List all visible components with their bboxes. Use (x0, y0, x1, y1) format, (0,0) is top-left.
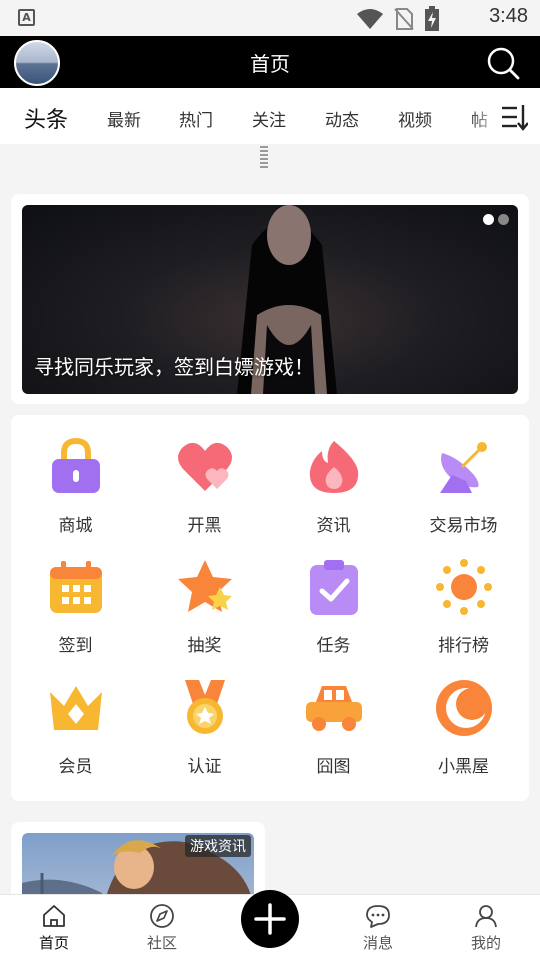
wifi-icon (357, 9, 383, 29)
car-icon (306, 686, 362, 731)
no-sim-icon (394, 8, 414, 30)
nav-label: 消息 (362, 934, 393, 952)
heart-icon (178, 442, 232, 491)
profile-icon (475, 905, 497, 928)
nav-label: 社区 (146, 934, 177, 952)
grid-item-market[interactable]: 交易市场 (399, 415, 528, 536)
grid-label: 开黑 (187, 516, 222, 536)
star-icon (178, 560, 232, 612)
tab-latest[interactable]: 最新 (107, 106, 141, 131)
status-time: 3:48 (489, 5, 528, 27)
nav-messages[interactable]: 消息 (338, 903, 418, 953)
grid-item-verify[interactable]: 认证 (140, 656, 269, 777)
crown-icon (50, 686, 102, 730)
grid-label: 会员 (58, 757, 93, 777)
grid-item-ranking[interactable]: 排行榜 (399, 535, 528, 656)
tab-headlines[interactable]: 头条 (24, 102, 68, 134)
nav-label: 我的 (470, 934, 501, 952)
clipboard-check-icon (310, 560, 358, 615)
category-tabs: 头条 最新 热门 关注 动态 视频 帖 (0, 88, 540, 144)
grid-label: 任务 (316, 636, 351, 656)
grid-item-tasks[interactable]: 任务 (269, 535, 398, 656)
banner-card: 寻找同乐玩家，签到白嫖游戏！ (11, 194, 529, 404)
nav-profile[interactable]: 我的 (446, 903, 526, 953)
battery-charging-icon (425, 6, 439, 31)
message-icon (366, 905, 390, 928)
banner-caption: 寻找同乐玩家，签到白嫖游戏！ (34, 355, 314, 379)
notification-icon: A (18, 9, 35, 26)
tab-moments[interactable]: 动态 (325, 106, 359, 131)
tab-following[interactable]: 关注 (252, 106, 286, 131)
home-icon (43, 905, 65, 927)
grid-item-news[interactable]: 资讯 (269, 415, 398, 536)
grid-label: 小黑屋 (438, 757, 489, 777)
carousel-dot (498, 214, 509, 225)
grid-item-lottery[interactable]: 抽奖 (140, 535, 269, 656)
lock-bag-icon (52, 437, 100, 493)
pull-refresh-arrow-icon (260, 146, 268, 168)
grid-label: 交易市场 (429, 516, 498, 536)
tab-hot[interactable]: 热门 (179, 106, 213, 131)
grid-item-shop[interactable]: 商城 (11, 415, 140, 536)
sun-icon (436, 559, 492, 615)
satellite-dish-icon (440, 442, 487, 493)
medal-icon (185, 680, 225, 734)
feature-grid: 商城 开黑 资讯 交易市场 签到 抽奖 任务 排行榜 会员 认证 囧图 小黑屋 (11, 415, 529, 801)
top-app-bar: 首页 (0, 36, 540, 88)
moon-icon (436, 680, 492, 736)
grid-label: 认证 (187, 757, 222, 777)
flame-icon (309, 441, 359, 493)
page-title: 首页 (250, 52, 290, 76)
grid-label: 囧图 (316, 757, 351, 777)
grid-item-team-up[interactable]: 开黑 (140, 415, 269, 536)
compass-icon (150, 904, 174, 928)
nav-community[interactable]: 社区 (122, 903, 202, 953)
carousel-dot-active (483, 214, 494, 225)
nav-home[interactable]: 首页 (14, 903, 94, 953)
grid-item-checkin[interactable]: 签到 (11, 535, 140, 656)
bottom-nav: 首页 社区 消息 我的 (0, 890, 540, 960)
grid-item-black-room[interactable]: 小黑屋 (399, 656, 528, 777)
tab-menu-icon[interactable] (500, 103, 528, 131)
grid-label: 签到 (58, 636, 93, 656)
nav-label: 首页 (38, 934, 69, 952)
grid-label: 资讯 (316, 516, 351, 536)
grid-item-vip[interactable]: 会员 (11, 656, 140, 777)
news-tag: 游戏资讯 (185, 835, 251, 857)
grid-label: 抽奖 (187, 636, 222, 656)
tab-video[interactable]: 视频 (398, 106, 432, 131)
grid-item-funny-pics[interactable]: 囧图 (269, 656, 398, 777)
grid-label: 排行榜 (438, 636, 489, 656)
plus-icon (254, 903, 286, 935)
calendar-icon (50, 561, 102, 613)
create-post-button[interactable] (241, 890, 299, 948)
search-icon[interactable] (486, 46, 520, 80)
banner-carousel[interactable]: 寻找同乐玩家，签到白嫖游戏！ (22, 205, 518, 394)
status-bar: A 3:48 (0, 0, 540, 36)
grid-label: 商城 (58, 516, 93, 536)
